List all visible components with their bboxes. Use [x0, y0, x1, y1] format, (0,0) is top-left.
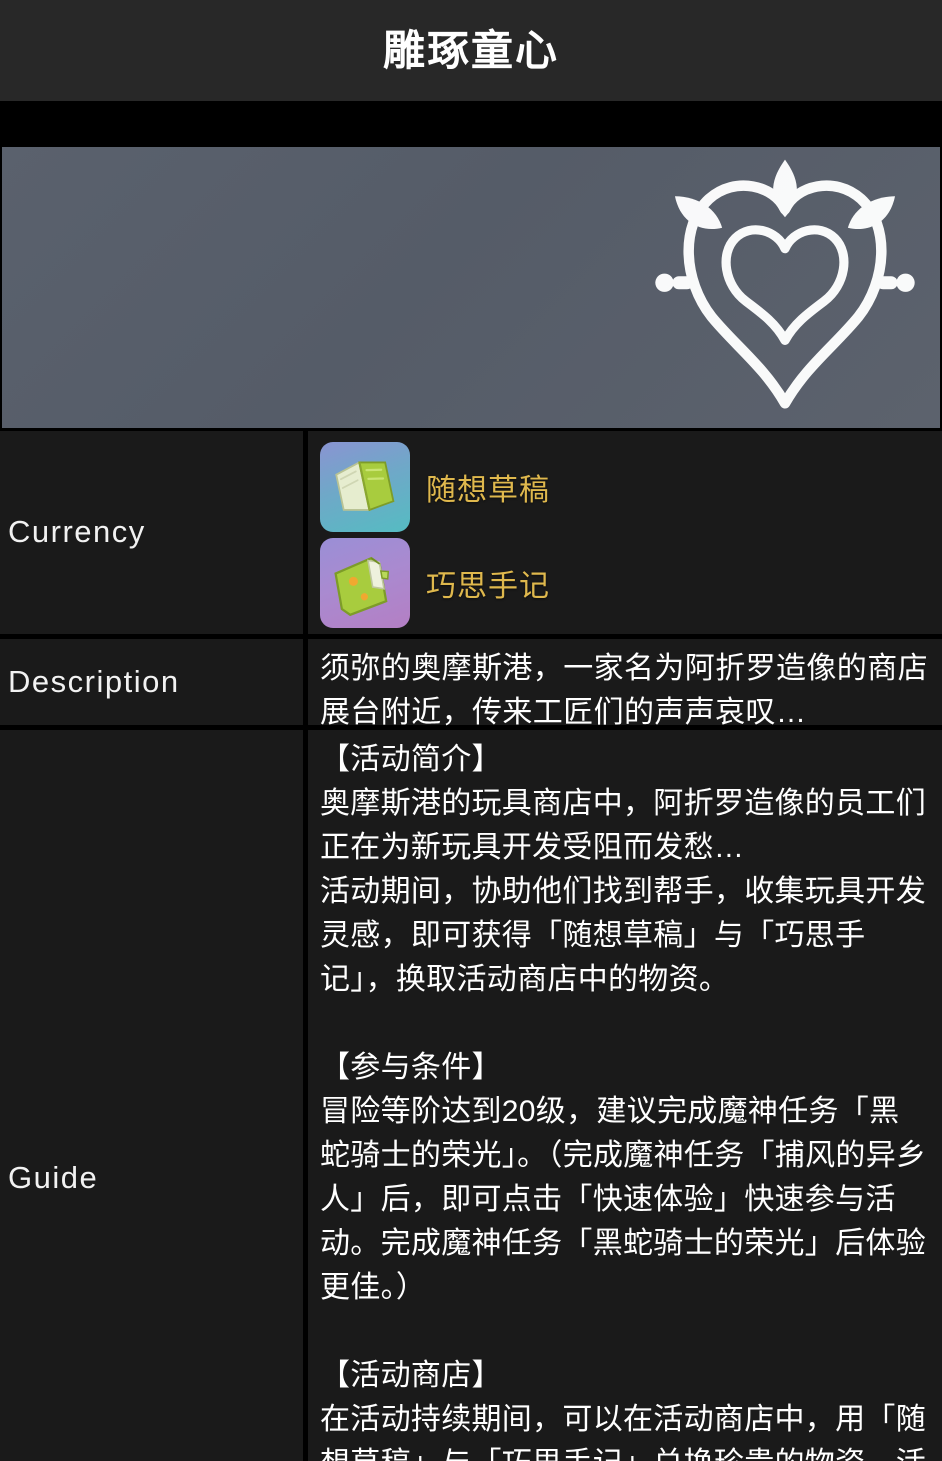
- ornate-heart-emblem-icon: [650, 157, 920, 419]
- event-banner: [2, 147, 940, 428]
- book-green-teal-icon: [320, 441, 410, 532]
- notebook-green-purple-icon: [320, 537, 410, 628]
- currency-list: 随想草稿 巧思手记: [320, 439, 928, 628]
- guide-row-value-cell: 【活动简介】 奥摩斯港的玩具商店中，阿折罗造像的员工们正在为新玩具开发受阻而发愁…: [308, 730, 942, 1461]
- description-row-label-cell: Description: [0, 639, 303, 725]
- event-detail-page: 雕琢童心 Currency 随想草稿 巧思手记 Description 须弥的奥…: [0, 0, 942, 1461]
- currency-item-name: 巧思手记: [426, 569, 550, 603]
- guide-spacer: [320, 1310, 928, 1354]
- currency-row-label-cell: Currency: [0, 431, 303, 634]
- guide-section-requirements: 【参与条件】 冒险等阶达到20级，建议完成魔神任务「黑蛇骑士的荣光」。（完成魔神…: [320, 1046, 928, 1310]
- table-row-description: Description 须弥的奥摩斯港，一家名为阿折罗造像的商店展台附近，传来工…: [0, 639, 942, 729]
- header-divider: [0, 101, 942, 147]
- guide-row-label-cell: Guide: [0, 730, 303, 1461]
- currency-row-value-cell: 随想草稿 巧思手记: [308, 431, 942, 634]
- guide-section-intro: 【活动简介】 奥摩斯港的玩具商店中，阿折罗造像的员工们正在为新玩具开发受阻而发愁…: [320, 738, 928, 1002]
- guide-section-shop: 【活动商店】 在活动持续期间，可以在活动商店中，用「随想草稿」与「巧思手记」兑换…: [320, 1354, 928, 1461]
- page-title: 雕琢童心: [382, 26, 559, 74]
- guide-paragraph: 奥摩斯港的玩具商店中，阿折罗造像的员工们正在为新玩具开发受阻而发愁…: [320, 787, 926, 864]
- guide-section-heading: 【参与条件】: [320, 1051, 502, 1084]
- currency-label: Currency: [8, 514, 146, 550]
- guide-section-heading: 【活动简介】: [320, 743, 502, 776]
- description-row-value-cell: 须弥的奥摩斯港，一家名为阿折罗造像的商店展台附近，传来工匠们的声声哀叹…: [308, 639, 942, 729]
- guide-spacer: [320, 1002, 928, 1046]
- currency-item-name: 随想草稿: [426, 473, 550, 507]
- description-text: 须弥的奥摩斯港，一家名为阿折罗造像的商店展台附近，传来工匠们的声声哀叹…: [320, 652, 928, 729]
- list-item[interactable]: 随想草稿: [320, 441, 928, 532]
- guide-section-heading: 【活动商店】: [320, 1359, 502, 1392]
- guide-paragraph: 在活动持续期间，可以在活动商店中，用「随想草稿」与「巧思手记」兑换珍贵的物资。活…: [320, 1403, 926, 1461]
- list-item[interactable]: 巧思手记: [320, 537, 928, 628]
- guide-label: Guide: [8, 1159, 99, 1195]
- description-label: Description: [8, 663, 180, 699]
- guide-text: 【活动简介】 奥摩斯港的玩具商店中，阿折罗造像的员工们正在为新玩具开发受阻而发愁…: [320, 738, 928, 1461]
- table-row-guide: Guide 【活动简介】 奥摩斯港的玩具商店中，阿折罗造像的员工们正在为新玩具开…: [0, 730, 942, 1461]
- event-info-table: Currency 随想草稿 巧思手记 Description 须弥的奥摩斯港，一…: [0, 431, 942, 1461]
- page-header: 雕琢童心: [0, 0, 942, 101]
- guide-paragraph: 活动期间，协助他们找到帮手，收集玩具开发灵感，即可获得「随想草稿」与「巧思手记」…: [320, 875, 926, 996]
- guide-paragraph: 冒险等阶达到20级，建议完成魔神任务「黑蛇骑士的荣光」。（完成魔神任务「捕风的异…: [320, 1095, 927, 1304]
- table-row-currency: Currency 随想草稿 巧思手记: [0, 431, 942, 634]
